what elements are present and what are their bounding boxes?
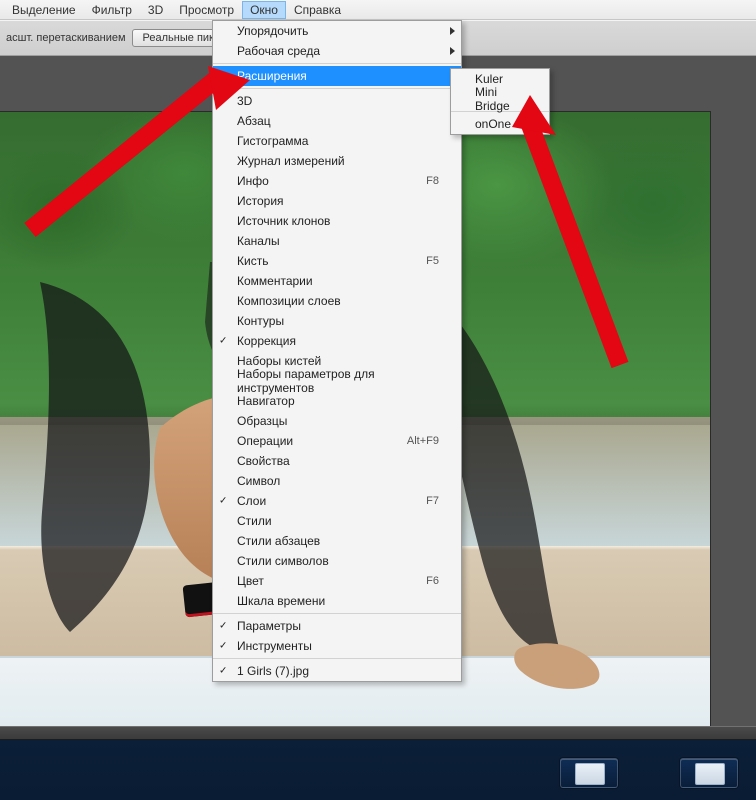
menu-item-label: Символ [237, 474, 280, 488]
menu-item[interactable]: Гистограмма [213, 131, 461, 151]
check-icon: ✓ [219, 621, 227, 632]
menu-3d[interactable]: 3D [140, 1, 171, 19]
menu-item-label: Журнал измерений [237, 154, 345, 168]
menu-item-label: Каналы [237, 234, 280, 248]
menu-select[interactable]: Выделение [4, 1, 84, 19]
menu-item[interactable]: Расширения [213, 66, 461, 86]
menu-item-label: Коррекция [237, 334, 296, 348]
menu-item[interactable]: ✓ Параметры [213, 616, 461, 636]
menu-item-label: Свойства [237, 454, 290, 468]
menu-item-label: Кисть [237, 254, 268, 268]
menu-help[interactable]: Справка [286, 1, 349, 19]
menu-item-label: Гистограмма [237, 134, 308, 148]
menu-item-label: История [237, 194, 284, 208]
menu-item[interactable]: onOne [451, 114, 549, 134]
menu-item-shortcut: F8 [426, 175, 439, 187]
menu-item[interactable]: Цвет F6 [213, 571, 461, 591]
menu-item[interactable]: Комментарии [213, 271, 461, 291]
menu-item[interactable]: Кисть F5 [213, 251, 461, 271]
check-icon: ✓ [219, 496, 227, 507]
menu-item-label: Стили [237, 514, 272, 528]
menu-item-shortcut: F7 [426, 495, 439, 507]
menu-item-label: Абзац [237, 114, 271, 128]
menu-item-label: Рабочая среда [237, 44, 320, 58]
menu-item-label: Комментарии [237, 274, 313, 288]
menu-item[interactable]: 3D [213, 91, 461, 111]
menu-item-label: Навигатор [237, 394, 295, 408]
menu-item-label: Расширения [237, 69, 307, 83]
menu-item[interactable]: Наборы параметров для инструментов [213, 371, 461, 391]
menu-item[interactable]: Свойства [213, 451, 461, 471]
menu-window[interactable]: Окно [242, 1, 286, 19]
menu-item[interactable]: Шкала времени [213, 591, 461, 611]
menu-item-label: Слои [237, 494, 266, 508]
menu-item[interactable]: ✓ Инструменты [213, 636, 461, 656]
menu-item[interactable]: Стили [213, 511, 461, 531]
menu-item-label: Источник клонов [237, 214, 330, 228]
menu-item-label: Kuler [475, 72, 503, 86]
window-menu-dropdown: Упорядочить Рабочая среда Расширения 3D Абза… [212, 20, 462, 682]
menu-filter[interactable]: Фильтр [84, 1, 140, 19]
check-icon: ✓ [219, 641, 227, 652]
menu-item[interactable]: Стили символов [213, 551, 461, 571]
menu-item[interactable]: Рабочая среда [213, 41, 461, 61]
menu-item[interactable]: ✓ Слои F7 [213, 491, 461, 511]
menu-item-label: Стили абзацев [237, 534, 320, 548]
menu-separator [213, 88, 461, 89]
menu-item-label: 1 Girls (7).jpg [237, 664, 309, 678]
menu-item-shortcut: F6 [426, 575, 439, 587]
menu-item-label: Инфо [237, 174, 269, 188]
menu-item[interactable]: Композиции слоев [213, 291, 461, 311]
menu-item[interactable]: История [213, 191, 461, 211]
extensions-submenu: KulerMini BridgeonOne [450, 68, 550, 135]
menu-item-label: Упорядочить [237, 24, 308, 38]
menu-item-label: Шкала времени [237, 594, 325, 608]
check-icon: ✓ [219, 336, 227, 347]
menu-item-shortcut: F5 [426, 255, 439, 267]
check-icon: ✓ [219, 666, 227, 677]
taskbar-thumb-1[interactable] [560, 758, 618, 788]
menu-separator [213, 613, 461, 614]
menu-separator [213, 63, 461, 64]
menu-item[interactable]: Источник клонов [213, 211, 461, 231]
menu-item[interactable]: Абзац [213, 111, 461, 131]
menu-item[interactable]: Журнал измерений [213, 151, 461, 171]
taskbar-thumb-2[interactable] [680, 758, 738, 788]
menu-item-label: Mini Bridge [475, 85, 527, 113]
menu-item[interactable]: Навигатор [213, 391, 461, 411]
menu-item-label: Цвет [237, 574, 264, 588]
drag-scale-label: асшт. перетаскиванием [6, 32, 126, 44]
menu-item[interactable]: ✓ Коррекция [213, 331, 461, 351]
menu-item-label: Композиции слоев [237, 294, 341, 308]
menu-item[interactable]: ✓ 1 Girls (7).jpg [213, 661, 461, 681]
menu-item[interactable]: Mini Bridge [451, 89, 549, 109]
menu-item[interactable]: Символ [213, 471, 461, 491]
menu-item-label: onOne [475, 117, 511, 131]
menu-item[interactable]: Каналы [213, 231, 461, 251]
menu-item[interactable]: Образцы [213, 411, 461, 431]
menu-item-shortcut: Alt+F9 [407, 435, 439, 447]
menu-item-label: Стили символов [237, 554, 329, 568]
menu-item-label: Контуры [237, 314, 284, 328]
menu-item-label: Операции [237, 434, 293, 448]
menu-item-label: Образцы [237, 414, 287, 428]
menu-item[interactable]: Операции Alt+F9 [213, 431, 461, 451]
menu-item-label: Инструменты [237, 639, 312, 653]
taskbar-area [0, 740, 756, 800]
menubar: Выделение Фильтр 3D Просмотр Окно Справк… [0, 0, 756, 20]
menu-item-label: 3D [237, 94, 252, 108]
menu-separator [213, 658, 461, 659]
menu-view[interactable]: Просмотр [171, 1, 242, 19]
menu-item[interactable]: Упорядочить [213, 21, 461, 41]
menu-item[interactable]: Контуры [213, 311, 461, 331]
menu-item[interactable]: Стили абзацев [213, 531, 461, 551]
statusbar-area [0, 726, 756, 740]
menu-item[interactable]: Инфо F8 [213, 171, 461, 191]
menu-item-label: Наборы кистей [237, 354, 321, 368]
menu-item-label: Параметры [237, 619, 301, 633]
